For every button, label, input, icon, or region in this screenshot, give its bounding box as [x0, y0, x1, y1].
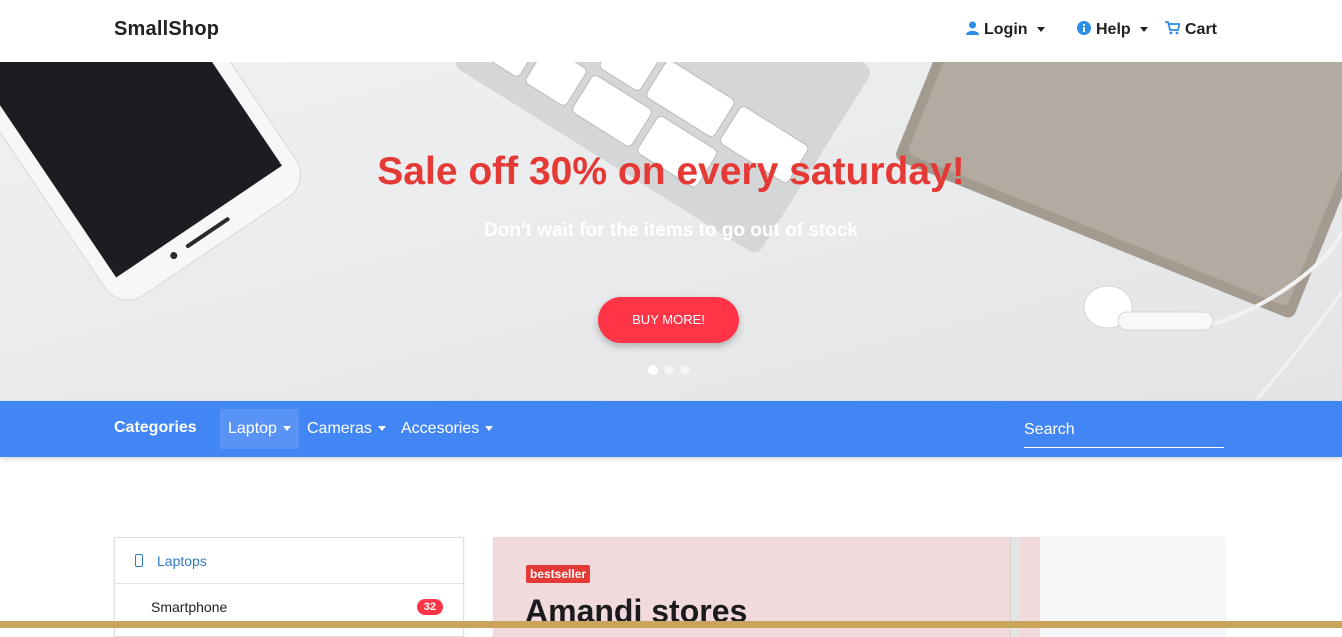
- category-label: Accesories: [401, 420, 480, 437]
- categories-navbar: Categories Laptop Cameras Accesories: [0, 401, 1342, 457]
- login-dropdown[interactable]: Login: [966, 19, 1045, 41]
- hero-subtitle: Don't wait for the items to go out of st…: [484, 220, 858, 241]
- category-label: Laptop: [228, 420, 277, 437]
- user-icon: [966, 21, 979, 40]
- os-taskbar: [0, 621, 1342, 628]
- cart-label: Cart: [1185, 21, 1218, 38]
- chevron-down-icon: [282, 425, 291, 431]
- help-label: Help: [1096, 21, 1131, 38]
- cart-icon: [1165, 20, 1181, 40]
- cart-link[interactable]: Cart: [1165, 19, 1217, 41]
- categories-title[interactable]: Categories: [114, 419, 197, 437]
- carousel-dot-1[interactable]: [648, 365, 658, 375]
- category-laptop-dropdown[interactable]: Laptop: [220, 409, 299, 449]
- chevron-down-icon: [377, 425, 386, 431]
- bestseller-badge: bestseller: [526, 565, 591, 583]
- carousel-dot-3[interactable]: [680, 365, 690, 375]
- list-item-label: Smartphone: [151, 599, 228, 615]
- search-input[interactable]: [1024, 413, 1224, 448]
- login-label: Login: [984, 21, 1028, 38]
- buy-more-button[interactable]: BUY MORE!: [598, 297, 739, 343]
- category-cameras-dropdown[interactable]: Cameras: [299, 409, 394, 449]
- help-dropdown[interactable]: Help: [1077, 19, 1148, 41]
- list-header-laptops[interactable]: Laptops: [115, 538, 463, 584]
- hero-carousel: Sale off 30% on every saturday! Don't wa…: [0, 62, 1342, 401]
- info-icon: [1077, 20, 1091, 40]
- list-header-label: Laptops: [157, 552, 207, 569]
- count-badge: 32: [416, 599, 443, 615]
- carousel-dot-2[interactable]: [664, 365, 674, 375]
- mobile-icon: [135, 554, 143, 567]
- category-label: Cameras: [307, 420, 372, 437]
- chevron-down-icon: [485, 425, 494, 431]
- carousel-indicators: [648, 365, 690, 375]
- brand-logo[interactable]: SmallShop: [114, 18, 219, 41]
- chevron-down-icon: [1036, 26, 1045, 32]
- category-accesories-dropdown[interactable]: Accesories: [393, 409, 501, 449]
- top-navbar: SmallShop Login Help Cart: [0, 0, 1342, 62]
- hero-title: Sale off 30% on every saturday!: [377, 150, 965, 193]
- chevron-down-icon: [1139, 26, 1148, 32]
